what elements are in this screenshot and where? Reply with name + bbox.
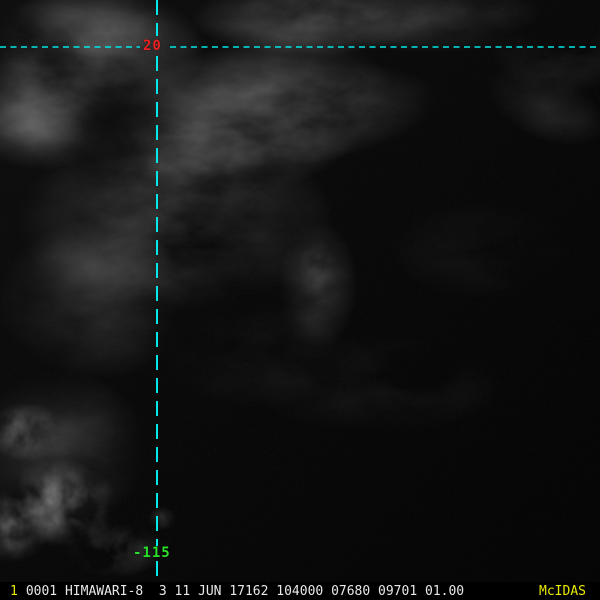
frame-number: 1: [10, 583, 18, 599]
latitude-value-label: 20: [143, 38, 162, 54]
image-noise-grain: [0, 0, 600, 582]
image-info-text: 0001 HIMAWARI-8 3 11 JUN 17162 104000 07…: [25, 583, 465, 599]
satellite-image-canvas[interactable]: [0, 0, 600, 582]
longitude-value-label: -115: [133, 545, 171, 561]
mcidas-window: 20 -115 1 0001 HIMAWARI-8 3 11 JUN 17162…: [0, 0, 600, 600]
mcidas-brand-label: McIDAS: [539, 583, 586, 599]
status-bar: 1 0001 HIMAWARI-8 3 11 JUN 17162 104000 …: [0, 582, 600, 600]
status-bar-left: 1 0001 HIMAWARI-8 3 11 JUN 17162 104000 …: [10, 584, 464, 599]
